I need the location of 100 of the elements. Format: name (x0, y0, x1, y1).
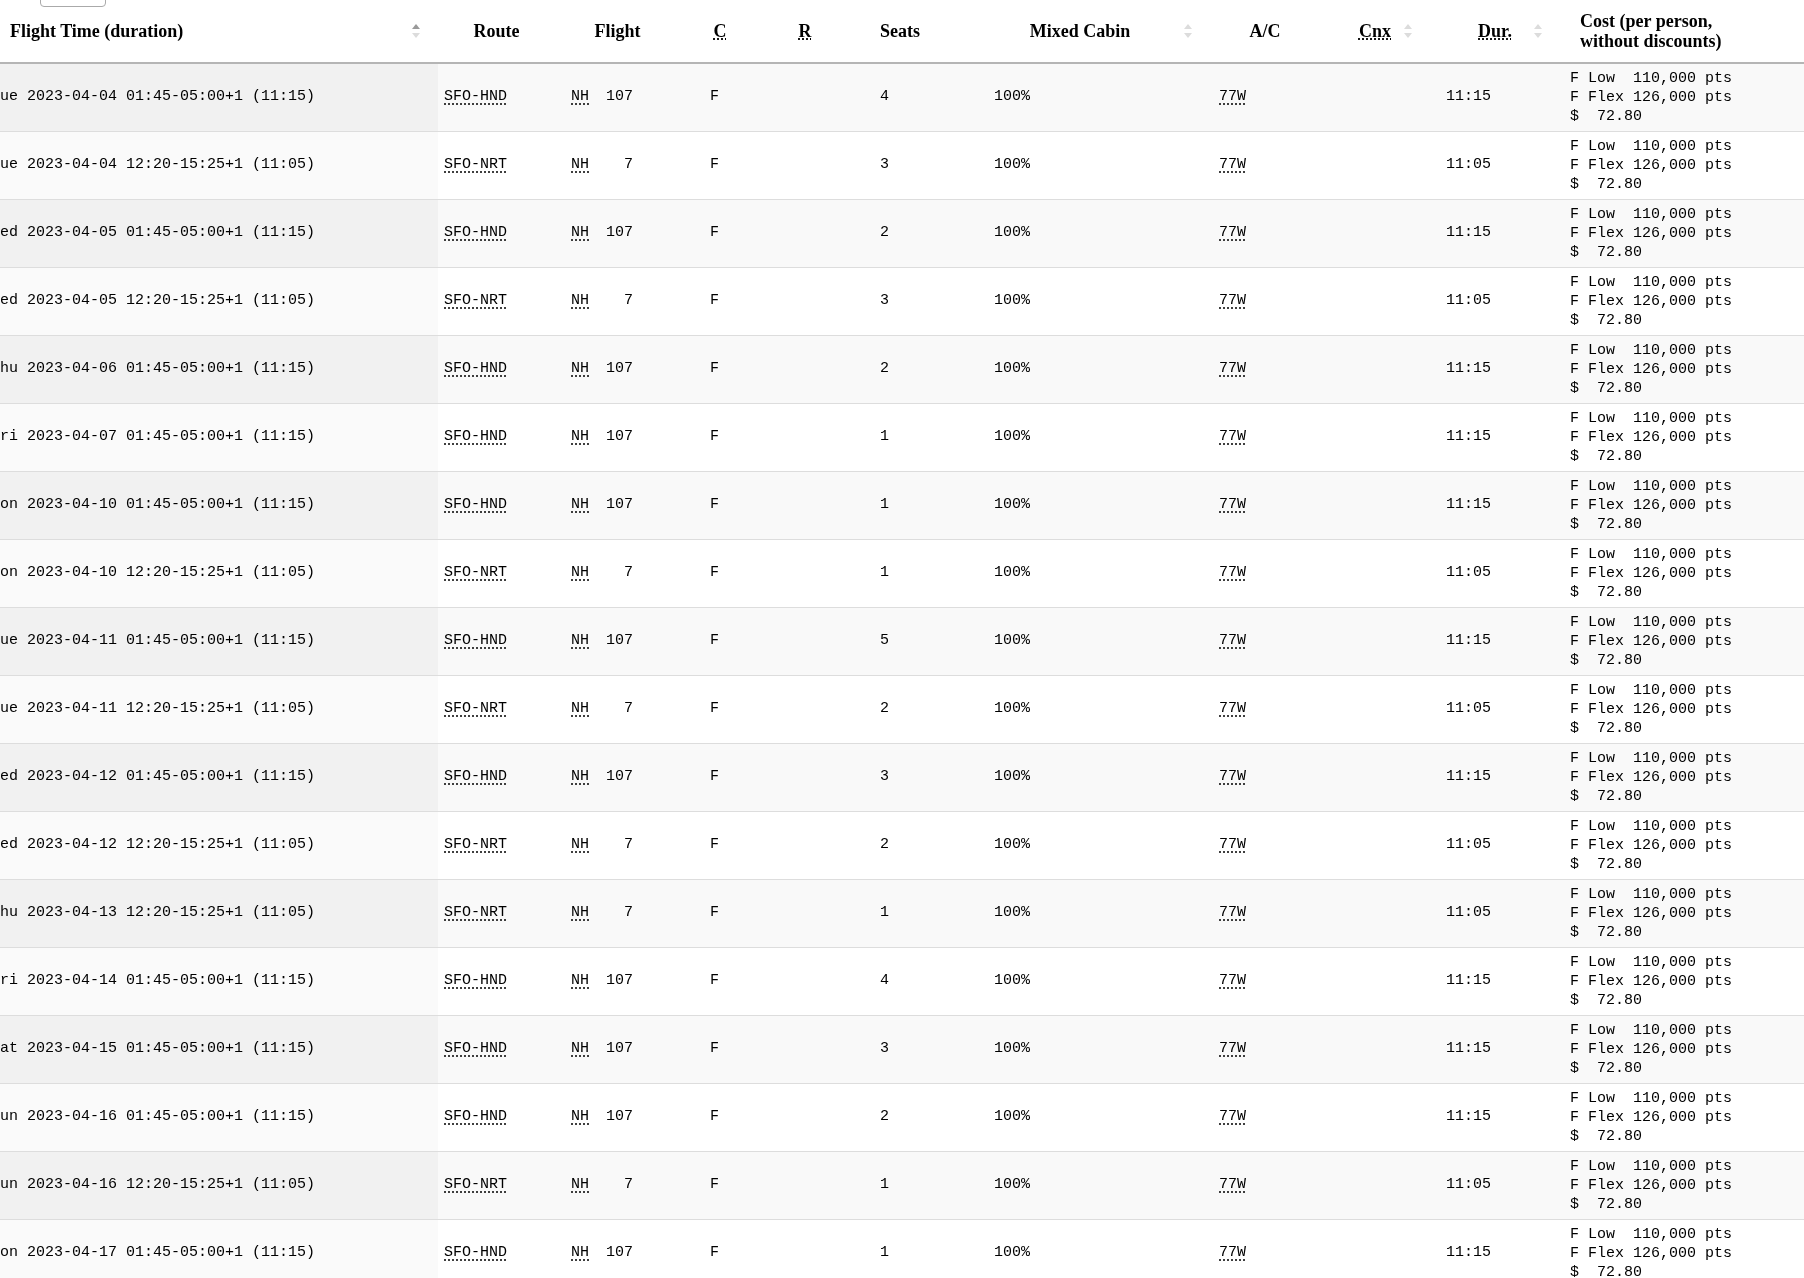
route-cell: SFO-HND (444, 767, 507, 785)
cost-line: F Low 110,000 pts (1570, 952, 1734, 972)
cost-line: F Low 110,000 pts (1570, 1020, 1734, 1040)
flight-time-cell: at 2023-04-15 01:45-05:00+1 (11:15) (0, 1039, 316, 1057)
flight-time-cell: ue 2023-04-11 12:20-15:25+1 (11:05) (0, 699, 316, 717)
cost-line: F Low 110,000 pts (1570, 408, 1734, 428)
cost-line: F Flex 126,000 pts (1570, 903, 1734, 923)
aircraft-cell: 77W (1219, 1039, 1246, 1057)
cost-line: F Low 110,000 pts (1570, 204, 1734, 224)
airline-code: NH (571, 495, 589, 513)
column-header: Route (438, 0, 555, 63)
flight-time-cell: on 2023-04-10 01:45-05:00+1 (11:15) (0, 495, 316, 513)
cost-line: F Flex 126,000 pts (1570, 631, 1734, 651)
route-cell: SFO-NRT (444, 563, 507, 581)
mixed-cabin-cell: 100% (994, 359, 1030, 377)
cost-line: F Flex 126,000 pts (1570, 495, 1734, 515)
mixed-cabin-cell: 100% (994, 835, 1030, 853)
flight-number: 7 (623, 902, 633, 923)
flight-number: 107 (605, 87, 633, 107)
duration-cell: 11:15 (1446, 1107, 1491, 1125)
cost-line: F Flex 126,000 pts (1570, 87, 1734, 107)
cost-line: F Low 110,000 pts (1570, 136, 1734, 156)
route-cell: SFO-HND (444, 88, 507, 105)
flight-time-cell: ue 2023-04-04 12:20-15:25+1 (11:05) (0, 155, 316, 173)
cost-line: F Flex 126,000 pts (1570, 767, 1734, 787)
route-cell: SFO-HND (444, 1244, 507, 1261)
duration-cell: 11:05 (1446, 1175, 1491, 1193)
duration-cell: 11:05 (1446, 291, 1491, 309)
duration-cell: 11:15 (1446, 631, 1491, 649)
airline-code: NH (571, 223, 589, 241)
flight-number: 107 (605, 494, 633, 515)
sort-icon[interactable] (1184, 24, 1192, 38)
cabin-cell: F (710, 767, 719, 785)
aircraft-cell: 77W (1219, 631, 1246, 649)
route-cell: SFO-HND (444, 1039, 507, 1057)
duration-cell: 11:15 (1446, 88, 1491, 105)
flight-number: 107 (605, 1106, 633, 1127)
flight-time-cell: un 2023-04-16 12:20-15:25+1 (11:05) (0, 1175, 316, 1193)
cost-line: $ 72.80 (1570, 718, 1643, 738)
sort-icon[interactable] (1534, 24, 1542, 38)
aircraft-cell: 77W (1219, 155, 1246, 173)
cost-line: $ 72.80 (1570, 106, 1643, 126)
column-header: Flight (555, 0, 680, 63)
route-cell: SFO-NRT (444, 903, 507, 921)
seats-cell: 5 (880, 631, 889, 649)
column-header: Cost (per person, without discounts) (1560, 0, 1804, 63)
aircraft-cell: 77W (1219, 427, 1246, 445)
seats-cell: 1 (880, 1244, 889, 1261)
airline-code: NH (571, 903, 589, 921)
cost-line: F Low 110,000 pts (1570, 612, 1734, 632)
cost-line: F Flex 126,000 pts (1570, 563, 1734, 583)
airline-code: NH (571, 427, 589, 445)
cabin-cell: F (710, 971, 719, 989)
cost-line: F Low 110,000 pts (1570, 1156, 1734, 1176)
airline-code: NH (571, 1107, 589, 1125)
flight-time-cell: ri 2023-04-14 01:45-05:00+1 (11:15) (0, 971, 316, 989)
flight-number: 7 (623, 290, 633, 311)
cost-line: F Low 110,000 pts (1570, 340, 1734, 360)
route-cell: SFO-HND (444, 971, 507, 989)
mixed-cabin-cell: 100% (994, 1175, 1030, 1193)
flight-number: 107 (605, 1038, 633, 1059)
column-header[interactable]: Cnx (1320, 0, 1430, 63)
cabin-cell: F (710, 631, 719, 649)
airline-code: NH (571, 563, 589, 581)
cost-line: $ 72.80 (1570, 650, 1643, 670)
duration-cell: 11:15 (1446, 767, 1491, 785)
seats-cell: 3 (880, 291, 889, 309)
cost-line: $ 72.80 (1570, 378, 1643, 398)
cost-line: F Flex 126,000 pts (1570, 1243, 1734, 1263)
seats-cell: 1 (880, 427, 889, 445)
cost-line: F Low 110,000 pts (1570, 1088, 1734, 1108)
cost-line: F Low 110,000 pts (1570, 748, 1734, 768)
flight-number: 7 (623, 834, 633, 855)
duration-cell: 11:05 (1446, 835, 1491, 853)
aircraft-cell: 77W (1219, 291, 1246, 309)
sort-icon[interactable] (412, 24, 420, 38)
column-header[interactable]: Mixed Cabin (950, 0, 1210, 63)
cost-line: F Low 110,000 pts (1570, 884, 1734, 904)
cost-line: $ 72.80 (1570, 446, 1643, 466)
aircraft-cell: 77W (1219, 1107, 1246, 1125)
sort-icon[interactable] (1404, 24, 1412, 38)
cabin-cell: F (710, 155, 719, 173)
aircraft-cell: 77W (1219, 903, 1246, 921)
cabin-cell: F (710, 835, 719, 853)
airline-code: NH (571, 291, 589, 309)
cost-line: F Flex 126,000 pts (1570, 291, 1734, 311)
aircraft-cell: 77W (1219, 223, 1246, 241)
cost-line: $ 72.80 (1570, 1126, 1643, 1146)
cost-line: $ 72.80 (1570, 582, 1643, 602)
cost-line: F Low 110,000 pts (1570, 68, 1734, 88)
seats-cell: 2 (880, 1107, 889, 1125)
aircraft-cell: 77W (1219, 835, 1246, 853)
aircraft-cell: 77W (1219, 88, 1246, 105)
mixed-cabin-cell: 100% (994, 155, 1030, 173)
mixed-cabin-cell: 100% (994, 699, 1030, 717)
route-cell: SFO-HND (444, 223, 507, 241)
flight-time-cell: ed 2023-04-12 01:45-05:00+1 (11:15) (0, 767, 316, 785)
column-header[interactable]: Dur. (1430, 0, 1560, 63)
cost-line: F Flex 126,000 pts (1570, 223, 1734, 243)
column-header[interactable]: Flight Time (duration) (0, 0, 438, 63)
